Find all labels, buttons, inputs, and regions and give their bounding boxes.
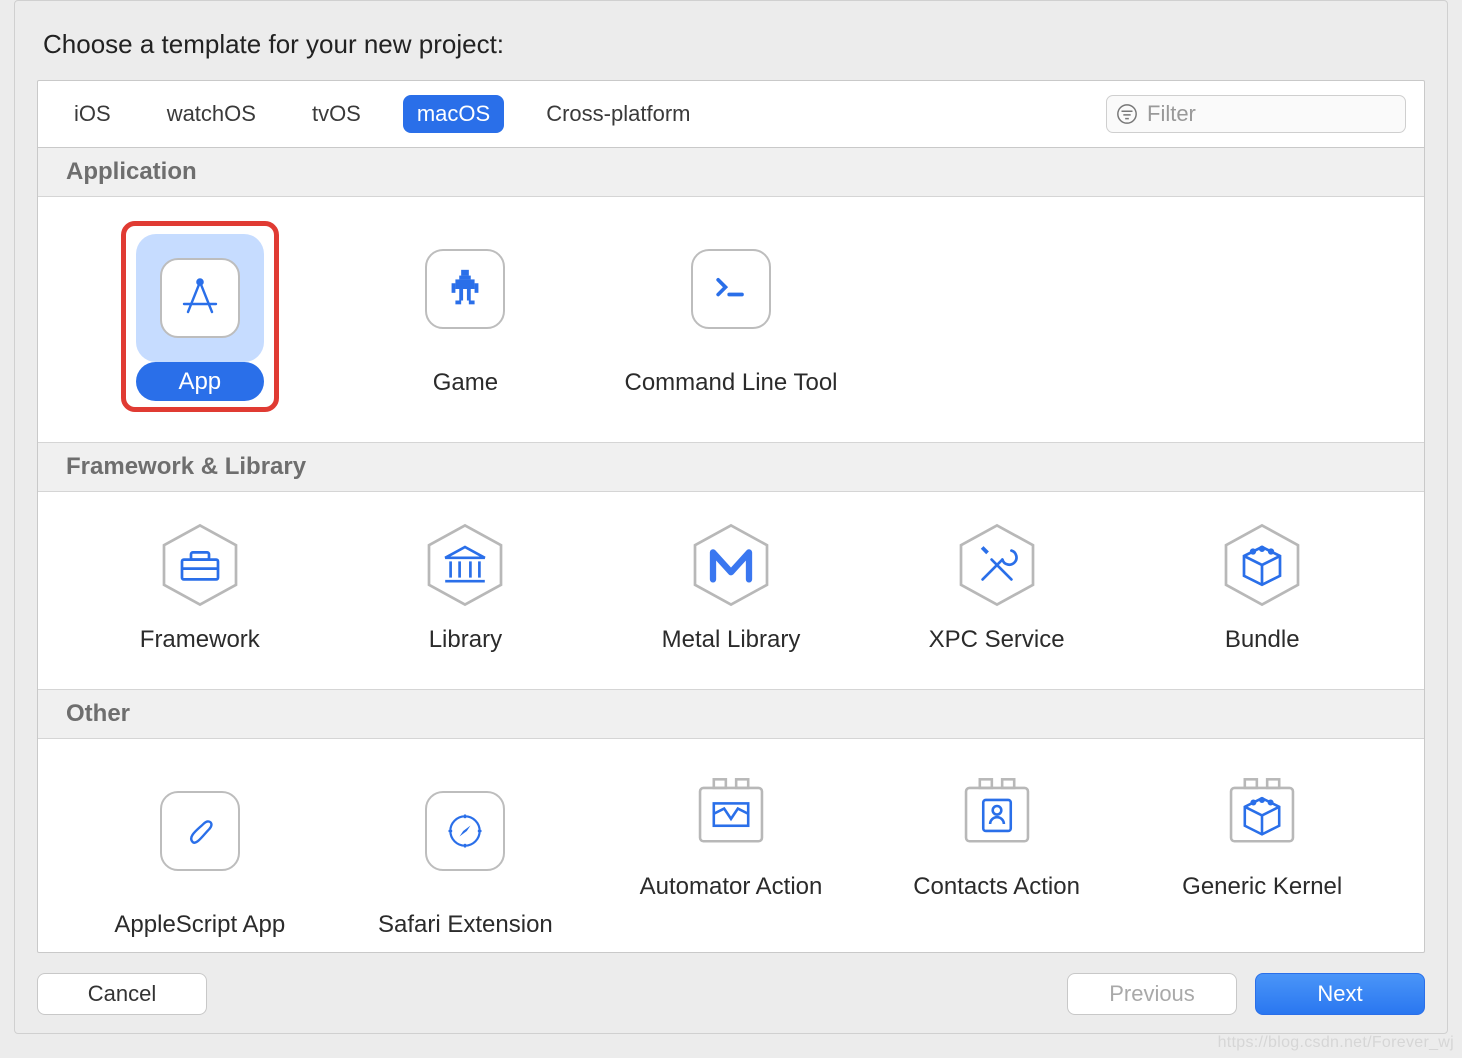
toolbox-icon	[155, 520, 245, 610]
template-label: XPC Service	[929, 624, 1065, 655]
metal-m-icon	[686, 520, 776, 610]
section-grid-framework-library: Framework	[38, 492, 1424, 689]
tab-macos[interactable]: macOS	[403, 95, 504, 133]
template-item-automator-action[interactable]: Automator Action	[603, 759, 859, 940]
template-item-framework[interactable]: Framework	[72, 512, 328, 655]
section-grid-other: AppleScript App	[38, 739, 1424, 940]
template-item-command-line-tool[interactable]: Command Line Tool	[603, 217, 859, 408]
template-item-bundle[interactable]: Bundle	[1134, 512, 1390, 655]
template-label: Framework	[140, 624, 260, 655]
watermark-text: https://blog.csdn.net/Forever_wj	[1218, 1034, 1454, 1052]
terminal-icon	[691, 249, 771, 329]
template-label: Library	[429, 624, 502, 655]
filter-icon	[1116, 103, 1138, 125]
template-label: App	[136, 362, 264, 401]
template-item-game[interactable]: Game	[338, 217, 594, 408]
template-label: Bundle	[1225, 624, 1300, 655]
tab-ios[interactable]: iOS	[60, 95, 125, 133]
tab-cross-platform[interactable]: Cross-platform	[532, 95, 704, 133]
tab-watchos[interactable]: watchOS	[153, 95, 270, 133]
section-header-application: Application	[38, 148, 1424, 197]
platform-tabs: iOS watchOS tvOS macOS Cross-platform	[60, 95, 704, 133]
library-building-icon	[420, 520, 510, 610]
template-icon-bg	[136, 767, 264, 895]
next-button[interactable]: Next	[1255, 973, 1425, 1015]
template-label: Command Line Tool	[624, 367, 837, 398]
script-icon	[160, 791, 240, 871]
section-grid-application: App	[38, 197, 1424, 442]
filter-input[interactable]	[1106, 95, 1406, 133]
game-sprite-icon	[425, 249, 505, 329]
dialog-title: Choose a template for your new project:	[43, 29, 1425, 60]
template-item-applescript-app[interactable]: AppleScript App	[72, 759, 328, 940]
template-item-generic-kernel[interactable]: Generic Kernel	[1134, 759, 1390, 940]
annotation-highlight: App	[121, 221, 279, 412]
template-icon-bg	[401, 767, 529, 895]
safari-compass-icon	[425, 791, 505, 871]
dialog-footer: Cancel Previous Next	[37, 953, 1425, 1015]
platform-tab-bar: iOS watchOS tvOS macOS Cross-platform	[38, 81, 1424, 148]
template-label: AppleScript App	[114, 909, 285, 940]
template-label: Game	[433, 367, 498, 398]
template-label: Contacts Action	[913, 871, 1080, 902]
template-icon-bg	[667, 225, 795, 353]
app-store-icon	[160, 258, 240, 338]
tab-tvos[interactable]: tvOS	[298, 95, 375, 133]
new-project-dialog: Choose a template for your new project: …	[14, 0, 1448, 1034]
filter-field-wrap	[1106, 95, 1406, 133]
template-item-metal-library[interactable]: Metal Library	[603, 512, 859, 655]
template-item-safari-extension[interactable]: Safari Extension	[338, 759, 594, 940]
template-scroll-area[interactable]: Application	[38, 148, 1424, 952]
section-header-other: Other	[38, 689, 1424, 739]
template-item-library[interactable]: Library	[338, 512, 594, 655]
section-header-framework-library: Framework & Library	[38, 442, 1424, 492]
tools-icon	[952, 520, 1042, 610]
template-label: Generic Kernel	[1182, 871, 1342, 902]
template-item-app[interactable]: App	[72, 217, 328, 408]
template-label: Metal Library	[662, 624, 801, 655]
template-icon-bg	[136, 234, 264, 362]
kernel-cube-icon	[1217, 767, 1307, 857]
template-sheet: iOS watchOS tvOS macOS Cross-platform	[37, 80, 1425, 953]
template-item-contacts-action[interactable]: Contacts Action	[869, 759, 1125, 940]
template-item-xpc-service[interactable]: XPC Service	[869, 512, 1125, 655]
automator-action-icon	[686, 767, 776, 857]
cube-icon	[1217, 520, 1307, 610]
previous-button[interactable]: Previous	[1067, 973, 1237, 1015]
template-label: Safari Extension	[378, 909, 553, 940]
template-label: Automator Action	[640, 871, 823, 902]
template-icon-bg	[401, 225, 529, 353]
cancel-button[interactable]: Cancel	[37, 973, 207, 1015]
contacts-action-icon	[952, 767, 1042, 857]
